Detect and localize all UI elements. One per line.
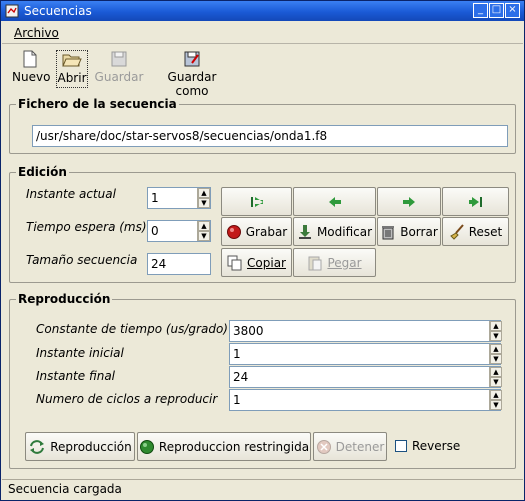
instante-inicial-label: Instante inicial: [36, 346, 124, 360]
spin-up-icon[interactable]: ▲: [490, 390, 502, 400]
spin-up-icon[interactable]: ▲: [490, 367, 502, 377]
broom-icon: [449, 223, 464, 240]
app-window: Secuencias _ □ × Archivo Nuevo Abrir Gua…: [0, 0, 525, 501]
title-bar[interactable]: Secuencias _ □ ×: [1, 1, 524, 21]
save-disk-icon: [111, 51, 127, 67]
spin-down-icon[interactable]: ▼: [490, 331, 502, 341]
ciclos-field[interactable]: 1: [229, 389, 501, 411]
close-button[interactable]: ×: [505, 3, 520, 18]
last-icon: [468, 196, 482, 207]
edicion-group: Edición Instante actual 1 ▲ ▼ Tiempo esp…: [9, 165, 516, 283]
prev-arrow-icon: [328, 196, 341, 207]
reproduccion-button[interactable]: Reproducción: [25, 432, 135, 461]
reset-button[interactable]: Reset: [442, 217, 509, 246]
nuevo-button[interactable]: Nuevo: [12, 50, 50, 88]
tamano-secuencia-field[interactable]: 24: [147, 253, 211, 275]
constante-tiempo-label: Constante de tiempo (us/grado): [36, 322, 228, 336]
instante-actual-label: Instante actual: [26, 187, 116, 201]
modify-icon: [298, 224, 311, 239]
detener-button[interactable]: Detener: [313, 432, 387, 461]
fichero-group: Fichero de la secuencia /usr/share/doc/s…: [9, 97, 516, 154]
new-file-icon: [23, 50, 37, 68]
spin-down-icon[interactable]: ▼: [490, 377, 502, 387]
menu-archivo[interactable]: Archivo: [14, 26, 59, 40]
fichero-group-title: Fichero de la secuencia: [16, 97, 179, 111]
copy-icon: [227, 255, 242, 270]
constante-tiempo-field[interactable]: 3800: [229, 320, 501, 342]
toolbar: Nuevo Abrir Guardar Guardar como: [2, 46, 523, 98]
reverse-label: Reverse: [412, 439, 461, 453]
instante-inicial-field[interactable]: 1: [229, 343, 501, 365]
spin-up-icon[interactable]: ▲: [198, 221, 210, 231]
guardar-como-button[interactable]: Guardar como: [150, 50, 234, 98]
file-path-field[interactable]: /usr/share/doc/star-servos8/secuencias/o…: [32, 125, 508, 147]
spin-up-icon[interactable]: ▲: [490, 321, 502, 331]
spin-down-icon[interactable]: ▼: [490, 400, 502, 410]
last-button[interactable]: [442, 187, 509, 216]
tiempo-espera-spinner[interactable]: ▲ ▼: [197, 221, 210, 241]
constante-tiempo-spinner[interactable]: ▲ ▼: [489, 321, 502, 341]
trash-icon: [382, 225, 395, 239]
copiar-button[interactable]: Copiar: [221, 248, 292, 277]
instante-final-spinner[interactable]: ▲ ▼: [489, 367, 502, 387]
prev-button[interactable]: [293, 187, 376, 216]
spin-down-icon[interactable]: ▼: [198, 231, 210, 241]
spin-down-icon[interactable]: ▼: [490, 354, 502, 364]
status-bar: Secuencia cargada: [2, 479, 523, 499]
first-icon: [250, 196, 263, 207]
instante-final-field[interactable]: 24: [229, 366, 501, 388]
minimize-button[interactable]: _: [473, 3, 488, 18]
instante-actual-spinner[interactable]: ▲ ▼: [197, 188, 210, 208]
reverse-checkbox[interactable]: [395, 440, 407, 452]
ciclos-label: Numero de ciclos a reproducir: [36, 392, 218, 406]
grabar-button[interactable]: Grabar: [221, 217, 292, 246]
reproduccion-restringida-button[interactable]: Reproduccion restringida: [137, 432, 311, 461]
ciclos-spinner[interactable]: ▲ ▼: [489, 390, 502, 410]
save-as-icon: [184, 51, 200, 67]
app-icon: [5, 4, 19, 18]
window-title: Secuencias: [24, 4, 92, 18]
cycle-icon: [30, 439, 45, 454]
open-folder-icon: [62, 54, 82, 67]
next-button[interactable]: [377, 187, 441, 216]
status-text: Secuencia cargada: [8, 482, 122, 496]
stop-icon: [316, 439, 331, 454]
guardar-button[interactable]: Guardar: [94, 50, 144, 88]
spin-up-icon[interactable]: ▲: [490, 344, 502, 354]
reproduccion-group-title: Reproducción: [16, 292, 113, 306]
abrir-button[interactable]: Abrir: [56, 50, 88, 88]
pegar-button[interactable]: Pegar: [293, 248, 376, 277]
instante-inicial-spinner[interactable]: ▲ ▼: [489, 344, 502, 364]
green-ball-icon: [139, 439, 154, 454]
reproduccion-group: Reproducción Constante de tiempo (us/gra…: [9, 292, 516, 469]
menu-bar: Archivo: [2, 22, 523, 44]
first-button[interactable]: [221, 187, 292, 216]
spin-up-icon[interactable]: ▲: [198, 188, 210, 198]
spin-down-icon[interactable]: ▼: [198, 198, 210, 208]
tiempo-espera-label: Tiempo espera (ms): [26, 220, 147, 234]
edicion-group-title: Edición: [16, 165, 69, 179]
instante-final-label: Instante final: [36, 369, 116, 383]
modificar-button[interactable]: Modificar: [293, 217, 376, 246]
maximize-button[interactable]: □: [489, 3, 504, 18]
record-icon: [226, 224, 241, 239]
next-arrow-icon: [403, 196, 415, 207]
paste-icon: [308, 256, 322, 270]
borrar-button[interactable]: Borrar: [377, 217, 441, 246]
tamano-secuencia-label: Tamaño secuencia: [26, 253, 138, 267]
